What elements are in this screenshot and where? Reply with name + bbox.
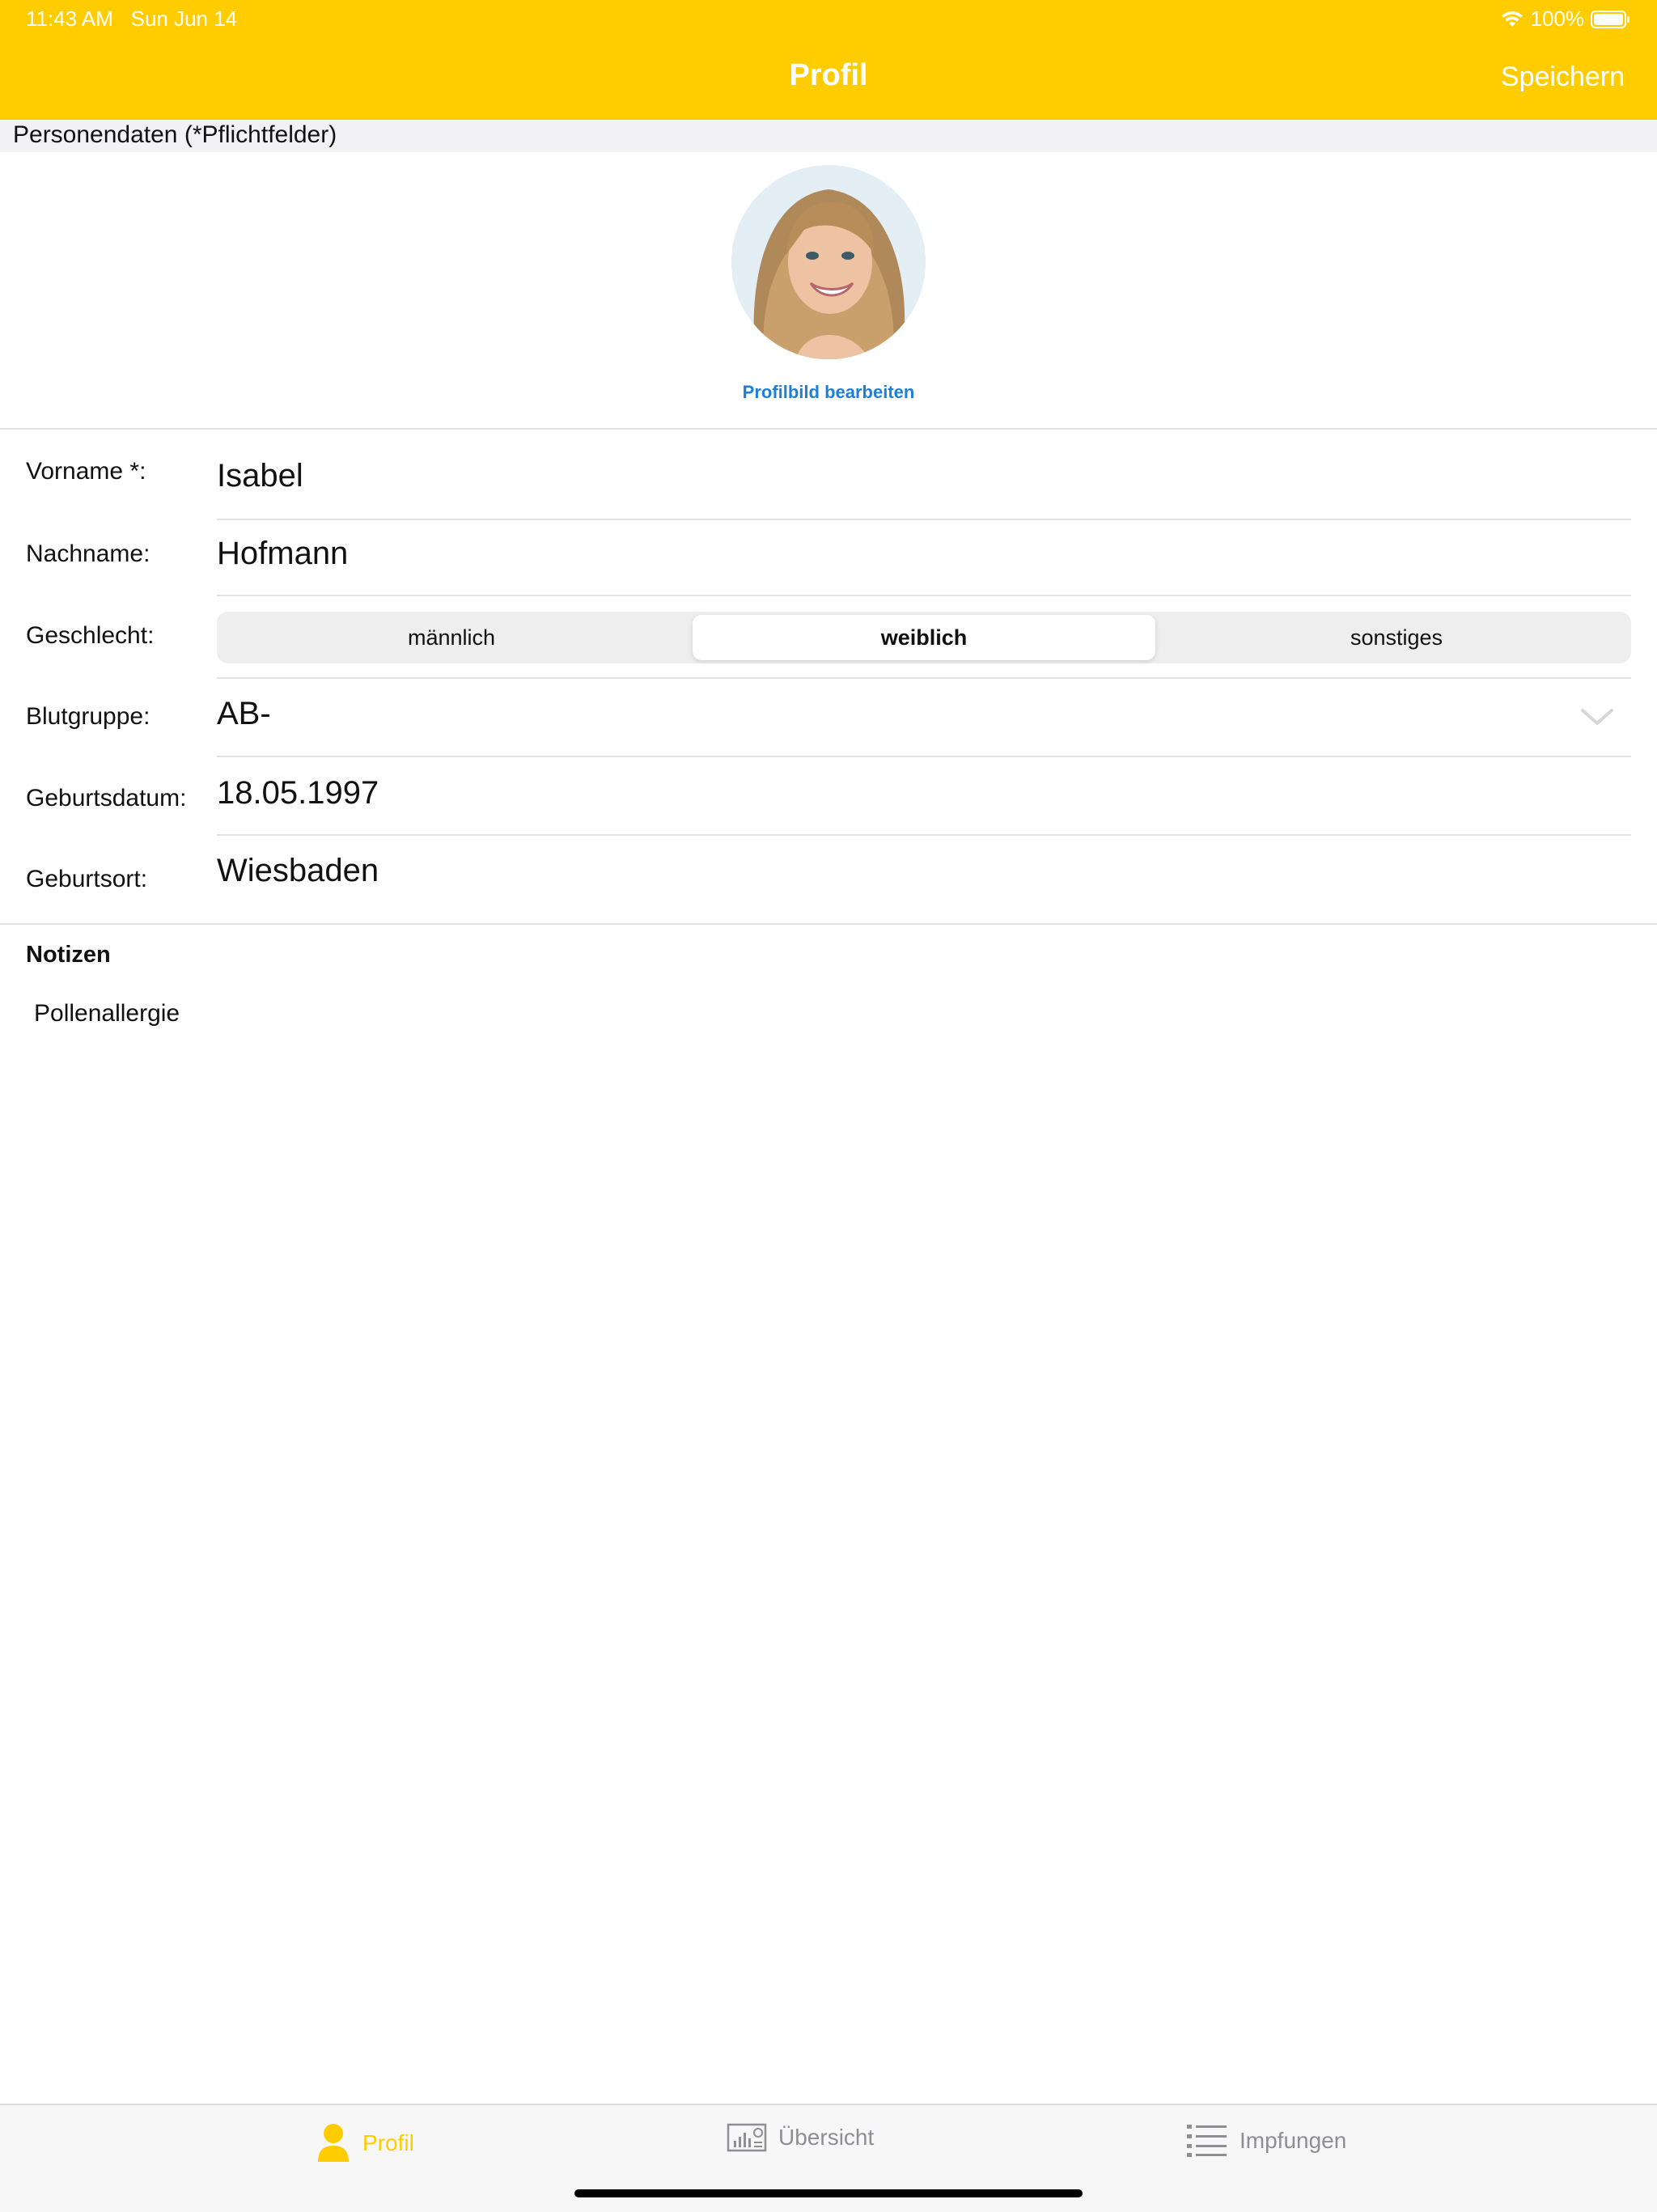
last-name-field[interactable]: Hofmann bbox=[217, 536, 1631, 572]
gender-segmented-control[interactable]: männlich weiblich sonstiges bbox=[217, 612, 1631, 663]
edit-photo-link[interactable]: Profilbild bearbeiten bbox=[0, 382, 1657, 403]
tab-profil-label: Profil bbox=[362, 2130, 414, 2155]
profile-photo-icon bbox=[731, 165, 926, 359]
tab-overview[interactable]: Übersicht bbox=[727, 2123, 874, 2152]
birth-date-field[interactable]: 18.05.1997 bbox=[217, 775, 1631, 811]
list-icon bbox=[1187, 2125, 1227, 2157]
blood-type-label: Blutgruppe: bbox=[26, 703, 150, 730]
divider bbox=[0, 923, 1657, 925]
notes-title: Notizen bbox=[26, 942, 111, 968]
birth-place-field[interactable]: Wiesbaden bbox=[217, 853, 1631, 889]
blood-type-select[interactable]: AB- bbox=[217, 696, 271, 732]
page-title: Profil bbox=[789, 58, 868, 92]
gender-label: Geschlecht: bbox=[26, 622, 155, 649]
status-indicators: 100% bbox=[1500, 6, 1632, 32]
person-icon bbox=[318, 2124, 349, 2162]
save-button[interactable]: Speichern bbox=[1501, 61, 1625, 93]
tab-profil[interactable]: Profil bbox=[316, 2123, 414, 2163]
first-name-label: Vorname *: bbox=[26, 458, 146, 485]
chevron-down-icon[interactable] bbox=[1579, 706, 1615, 728]
status-date-label: Sun Jun 14 bbox=[130, 6, 238, 31]
home-indicator bbox=[574, 2189, 1083, 2197]
divider bbox=[217, 677, 1631, 679]
section-header-label: Personendaten (*Pflichtfelder) bbox=[13, 121, 337, 148]
divider bbox=[217, 756, 1631, 757]
overview-icon bbox=[727, 2123, 767, 2152]
status-time: 11:43 AM Sun Jun 14 bbox=[26, 6, 237, 32]
gender-option-male[interactable]: männlich bbox=[220, 615, 683, 660]
tab-vaccinations[interactable]: Impfungen bbox=[1186, 2123, 1346, 2159]
battery-icon bbox=[1591, 10, 1629, 28]
wifi-icon bbox=[1501, 11, 1523, 27]
battery-percent: 100% bbox=[1530, 6, 1585, 31]
divider bbox=[0, 428, 1657, 430]
tab-vaccinations-label: Impfungen bbox=[1240, 2128, 1347, 2153]
last-name-label: Nachname: bbox=[26, 540, 150, 567]
gender-option-other[interactable]: sonstiges bbox=[1165, 615, 1628, 660]
first-name-field[interactable]: Isabel bbox=[217, 458, 1631, 494]
gender-option-female[interactable]: weiblich bbox=[693, 615, 1155, 660]
birth-place-label: Geburtsort: bbox=[26, 866, 148, 892]
tab-overview-label: Übersicht bbox=[778, 2125, 875, 2150]
avatar[interactable] bbox=[731, 165, 926, 359]
notes-text-area[interactable]: Pollenallergie bbox=[34, 1000, 180, 1028]
birth-date-label: Geburtsdatum: bbox=[26, 785, 187, 811]
status-time-label: 11:43 AM bbox=[26, 6, 113, 31]
divider bbox=[217, 834, 1631, 836]
divider bbox=[217, 595, 1631, 596]
divider bbox=[217, 519, 1631, 520]
